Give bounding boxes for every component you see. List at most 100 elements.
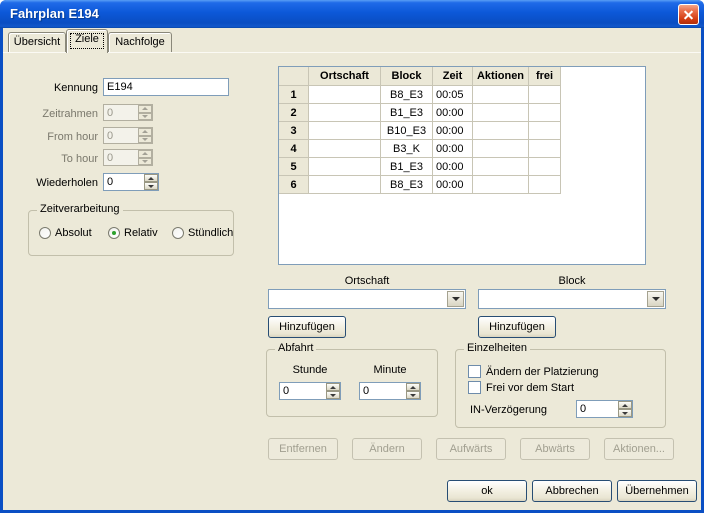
cell-block: B8_E3 xyxy=(381,86,433,104)
checkbox-platzierung[interactable] xyxy=(468,365,481,378)
table-row[interactable]: 5 B1_E3 00:00 xyxy=(279,158,561,176)
cell-aktionen xyxy=(473,140,529,158)
cell-frei xyxy=(529,176,561,194)
from-hour-up-icon xyxy=(138,128,152,136)
zeitrahmen-spinner xyxy=(103,104,153,121)
dialog-content: Übersicht Ziele Nachfolge Kennung Zeitra… xyxy=(3,28,701,510)
cell-zeit: 00:00 xyxy=(433,122,473,140)
table-header-row: Ortschaft Block Zeit Aktionen frei xyxy=(279,67,561,86)
wiederholen-up-icon[interactable] xyxy=(144,174,158,182)
block-combo-input[interactable] xyxy=(479,290,647,308)
minute-down-icon[interactable] xyxy=(406,391,420,399)
stunde-spinner[interactable] xyxy=(279,382,341,400)
table-row[interactable]: 6 B8_E3 00:00 xyxy=(279,176,561,194)
cell-zeit: 00:00 xyxy=(433,176,473,194)
cell-aktionen xyxy=(473,176,529,194)
cell-ortschaft xyxy=(309,176,381,194)
minute-spinner[interactable] xyxy=(359,382,421,400)
ortschaft-combo-dropdown-button[interactable] xyxy=(447,291,464,307)
cell-block: B1_E3 xyxy=(381,158,433,176)
cell-block: B8_E3 xyxy=(381,176,433,194)
cell-aktionen xyxy=(473,104,529,122)
uebernehmen-button[interactable]: Übernehmen xyxy=(617,480,697,502)
checkbox-frei[interactable] xyxy=(468,381,481,394)
table-row[interactable]: 4 B3_K 00:00 xyxy=(279,140,561,158)
tab-focus-rect xyxy=(70,33,104,49)
titlebar[interactable]: Fahrplan E194 xyxy=(0,0,704,28)
table-row[interactable]: 2 B1_E3 00:00 xyxy=(279,104,561,122)
wiederholen-label: Wiederholen xyxy=(13,177,98,189)
in-verzoegerung-up-icon[interactable] xyxy=(618,401,632,409)
zeitrahmen-label: Zeitrahmen xyxy=(13,108,98,120)
in-verzoegerung-down-icon[interactable] xyxy=(618,409,632,417)
radio-stuendlich[interactable] xyxy=(172,227,184,239)
ziele-table[interactable]: Ortschaft Block Zeit Aktionen frei 1 B8_… xyxy=(278,66,646,265)
abbrechen-button[interactable]: Abbrechen xyxy=(532,480,612,502)
chevron-down-icon xyxy=(452,297,460,301)
aufwaerts-button: Aufwärts xyxy=(436,438,506,460)
tab-uebersicht[interactable]: Übersicht xyxy=(8,32,66,52)
block-combobox[interactable] xyxy=(478,289,666,309)
ortschaft-combo-input[interactable] xyxy=(269,290,447,308)
cell-num: 6 xyxy=(279,176,309,194)
cell-block: B3_K xyxy=(381,140,433,158)
to-hour-down-icon xyxy=(138,158,152,166)
radio-absolut-label: Absolut xyxy=(55,227,92,239)
header-block: Block xyxy=(381,67,433,86)
radio-relativ-label: Relativ xyxy=(124,227,158,239)
from-hour-spinner xyxy=(103,127,153,144)
cell-zeit: 00:00 xyxy=(433,140,473,158)
entfernen-button: Entfernen xyxy=(268,438,338,460)
checkbox-platzierung-label: Ändern der Platzierung xyxy=(486,366,599,378)
minute-up-icon[interactable] xyxy=(406,383,420,391)
to-hour-label: To hour xyxy=(13,153,98,165)
cell-zeit: 00:00 xyxy=(433,104,473,122)
stunde-up-icon[interactable] xyxy=(326,383,340,391)
cell-block: B1_E3 xyxy=(381,104,433,122)
zeitrahmen-down-icon xyxy=(138,113,152,121)
stunde-down-icon[interactable] xyxy=(326,391,340,399)
wiederholen-down-icon[interactable] xyxy=(144,182,158,190)
zeitverarbeitung-caption: Zeitverarbeitung xyxy=(37,203,123,215)
wiederholen-spinner[interactable] xyxy=(103,173,159,191)
cell-zeit: 00:00 xyxy=(433,158,473,176)
tab-nachfolge[interactable]: Nachfolge xyxy=(108,32,172,52)
checkbox-frei-label: Frei vor dem Start xyxy=(486,382,574,394)
cell-frei xyxy=(529,140,561,158)
fahrplan-dialog: Fahrplan E194 Übersicht Ziele Nachfolge … xyxy=(0,0,704,513)
cell-num: 2 xyxy=(279,104,309,122)
tab-ziele[interactable]: Ziele xyxy=(66,29,108,53)
hinzufuegen-block-button[interactable]: Hinzufügen xyxy=(478,316,556,338)
cell-aktionen xyxy=(473,158,529,176)
in-verzoegerung-spinner[interactable] xyxy=(576,400,633,418)
ortschaft-combobox[interactable] xyxy=(268,289,466,309)
from-hour-down-icon xyxy=(138,136,152,144)
ortschaft-combo-label: Ortschaft xyxy=(268,275,466,287)
cell-aktionen xyxy=(473,122,529,140)
tab-uebersicht-label: Übersicht xyxy=(14,36,60,48)
close-button[interactable] xyxy=(678,4,699,25)
zeitrahmen-up-icon xyxy=(138,105,152,113)
abfahrt-caption: Abfahrt xyxy=(275,342,316,354)
cell-frei xyxy=(529,86,561,104)
header-aktionen: Aktionen xyxy=(473,67,529,86)
table-row[interactable]: 1 B8_E3 00:05 xyxy=(279,86,561,104)
kennung-label: Kennung xyxy=(23,82,98,94)
radio-stuendlich-label: Stündlich xyxy=(188,227,233,239)
cell-num: 5 xyxy=(279,158,309,176)
header-zeit: Zeit xyxy=(433,67,473,86)
radio-relativ[interactable] xyxy=(108,227,120,239)
in-verzoegerung-label: IN-Verzögerung xyxy=(470,404,547,416)
hinzufuegen-ortschaft-button[interactable]: Hinzufügen xyxy=(268,316,346,338)
chevron-down-icon xyxy=(652,297,660,301)
aendern-button: Ändern xyxy=(352,438,422,460)
block-combo-dropdown-button[interactable] xyxy=(647,291,664,307)
radio-absolut[interactable] xyxy=(39,227,51,239)
ok-button[interactable]: ok xyxy=(447,480,527,502)
table-row[interactable]: 3 B10_E3 00:00 xyxy=(279,122,561,140)
cell-block: B10_E3 xyxy=(381,122,433,140)
cell-frei xyxy=(529,158,561,176)
kennung-input[interactable] xyxy=(103,78,229,96)
to-hour-spinner xyxy=(103,149,153,166)
zeitverarbeitung-group: Zeitverarbeitung Absolut Relativ Stündli… xyxy=(28,210,234,256)
